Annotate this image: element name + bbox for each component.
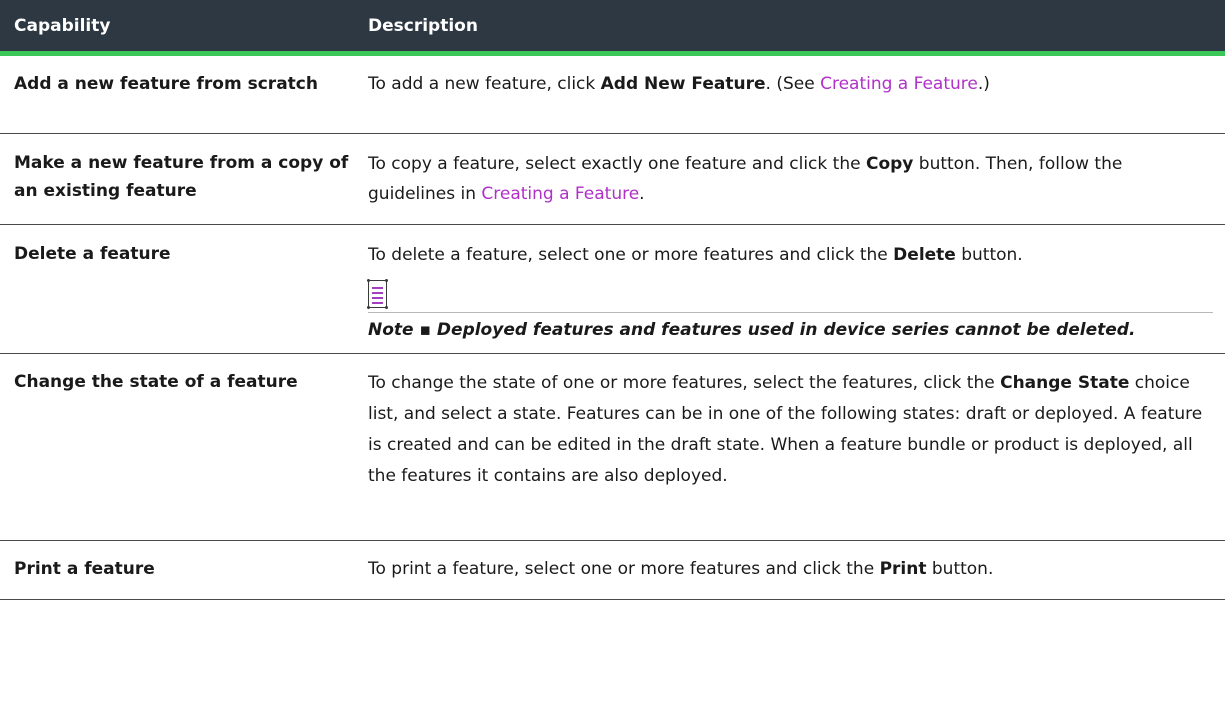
description-text: button. bbox=[955, 245, 1023, 265]
description-text: button. bbox=[926, 559, 994, 579]
creating-feature-link[interactable]: Creating a Feature bbox=[481, 184, 639, 204]
description-text: . bbox=[639, 184, 645, 204]
table-row: Delete a feature To delete a feature, se… bbox=[0, 225, 1225, 354]
description-text: .) bbox=[977, 74, 990, 94]
header-description: Description bbox=[368, 15, 478, 36]
note-icon bbox=[367, 279, 388, 309]
description-text: To change the state of one or more featu… bbox=[368, 373, 1001, 393]
capability-cell: Change the state of a feature bbox=[14, 372, 298, 392]
capability-table: Capability Description Add a new feature… bbox=[0, 0, 1225, 600]
ui-term: Add New Feature bbox=[600, 74, 766, 94]
capability-cell: Add a new feature from scratch bbox=[14, 74, 318, 94]
ui-term: Copy bbox=[865, 154, 914, 174]
capability-cell: Print a feature bbox=[14, 559, 155, 579]
description-text: . (See bbox=[765, 74, 821, 94]
ui-term: Delete bbox=[893, 245, 956, 265]
description-cell: To add a new feature, click Add New Feat… bbox=[368, 70, 1225, 133]
table-row: Make a new feature from a copy of an exi… bbox=[0, 134, 1225, 225]
description-text: To delete a feature, select one or more … bbox=[368, 245, 894, 265]
table-row: Add a new feature from scratch To add a … bbox=[0, 56, 1225, 134]
creating-feature-link[interactable]: Creating a Feature bbox=[820, 74, 978, 94]
description-text: To add a new feature, click bbox=[368, 74, 601, 94]
table-row: Print a feature To print a feature, sele… bbox=[0, 541, 1225, 600]
description-cell: To delete a feature, select one or more … bbox=[367, 240, 1225, 353]
table-row: Change the state of a feature To change … bbox=[0, 354, 1225, 541]
ui-term: Change State bbox=[1000, 373, 1130, 393]
header-capability: Capability bbox=[14, 15, 111, 36]
table-header: Capability Description bbox=[0, 0, 1225, 56]
note-text: Note ▪ Deployed features and features us… bbox=[368, 320, 1136, 340]
capability-cell: Delete a feature bbox=[14, 244, 171, 264]
description-cell: To print a feature, select one or more f… bbox=[368, 555, 1225, 599]
description-cell: To change the state of one or more featu… bbox=[368, 368, 1225, 540]
ui-term: Print bbox=[879, 559, 927, 579]
description-cell: To copy a feature, select exactly one fe… bbox=[368, 149, 1225, 224]
capability-cell: Make a new feature from a copy of an exi… bbox=[14, 153, 349, 201]
description-text: To copy a feature, select exactly one fe… bbox=[368, 154, 866, 174]
description-text: To print a feature, select one or more f… bbox=[368, 559, 880, 579]
